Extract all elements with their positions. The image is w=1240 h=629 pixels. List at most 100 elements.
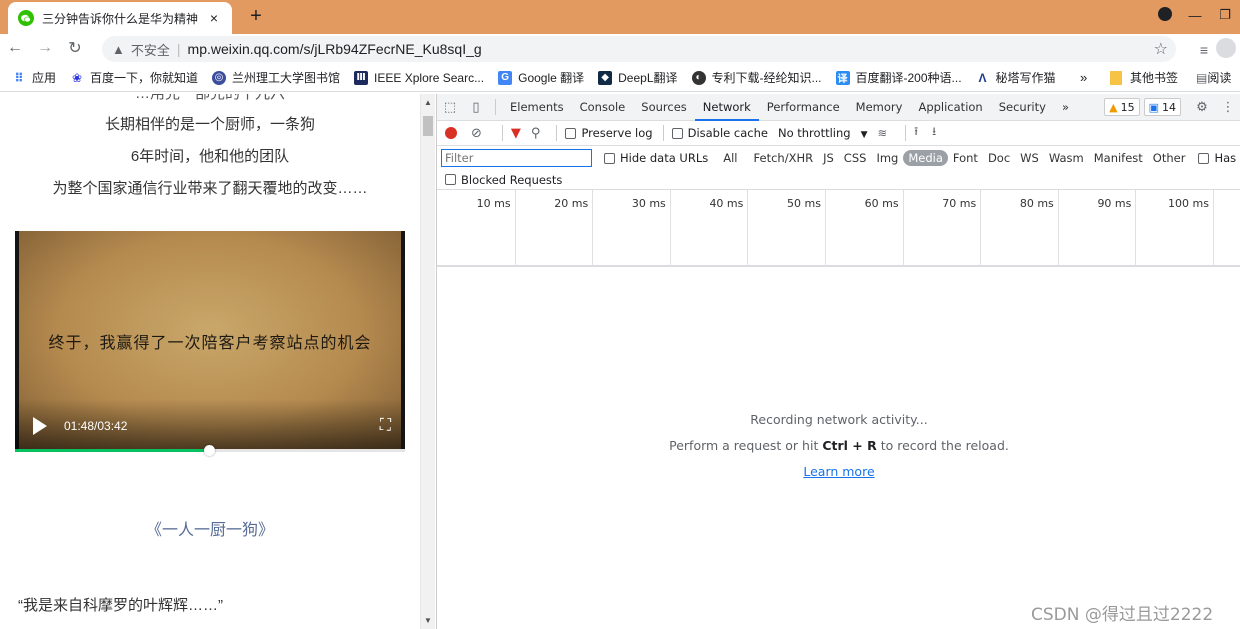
- timeline-tick: 80 ms: [981, 190, 1059, 267]
- tab-memory[interactable]: Memory: [848, 94, 911, 121]
- tab-network[interactable]: Network: [694, 94, 759, 121]
- filter-funnel-icon[interactable]: ▼: [511, 126, 521, 141]
- bookmark-metaso[interactable]: Λ 秘塔写作猫: [976, 69, 1056, 86]
- article-line: 长期相伴的是一个厨师，一条狗: [104, 116, 315, 133]
- filter-type-font[interactable]: Font: [948, 150, 983, 166]
- minimize-button[interactable]: —: [1180, 8, 1210, 23]
- filter-type-wasm[interactable]: Wasm: [1044, 150, 1089, 166]
- forward-button[interactable]: →: [30, 39, 60, 57]
- new-tab-button[interactable]: +: [244, 4, 268, 28]
- bookmarks-overflow-button[interactable]: »: [1080, 70, 1087, 85]
- divider: [556, 125, 558, 141]
- timeline-tick: 10 ms: [438, 190, 516, 267]
- bookmark-ieee[interactable]: Ⅲ IEEE Xplore Searc...: [354, 70, 484, 85]
- warnings-badge[interactable]: ▲ 15: [1104, 98, 1140, 116]
- has-blocked-cookies-checkbox[interactable]: Has blocked cookies: [1198, 151, 1240, 165]
- person-icon: [1216, 38, 1236, 58]
- inspect-element-icon[interactable]: ⬚: [437, 100, 463, 115]
- article-page: …用完一部完的十九六 长期相伴的是一个厨师，一条狗 6年时间，他和他的团队 为整…: [0, 94, 420, 629]
- preserve-log-checkbox[interactable]: Preserve log: [565, 126, 653, 140]
- tab-close-icon[interactable]: ×: [206, 10, 222, 26]
- filter-type-ws[interactable]: WS: [1015, 150, 1044, 166]
- tab-elements[interactable]: Elements: [502, 94, 572, 121]
- checkbox-label: Preserve log: [581, 126, 653, 140]
- devtools-panel: ⬚ ▯ Elements Console Sources Network Per…: [436, 94, 1240, 629]
- hide-data-urls-checkbox[interactable]: Hide data URLs: [604, 151, 708, 165]
- search-icon[interactable]: ⚲: [531, 126, 541, 141]
- disable-cache-checkbox[interactable]: Disable cache: [671, 126, 768, 140]
- filter-type-manifest[interactable]: Manifest: [1089, 150, 1148, 166]
- bookmark-label: 应用: [32, 71, 57, 85]
- more-tabs-button[interactable]: »: [1054, 94, 1077, 121]
- timeline-tick: 70 ms: [904, 190, 982, 267]
- article-section-title: 《一人一厨一狗》: [145, 522, 274, 539]
- bookmark-library[interactable]: ◎ 兰州理工大学图书馆: [212, 69, 340, 86]
- bookmark-apps[interactable]: ⠿ 应用: [12, 69, 56, 86]
- settings-gear-icon[interactable]: ⚙: [1189, 100, 1215, 115]
- device-toolbar-icon[interactable]: ▯: [463, 100, 489, 115]
- tab-console[interactable]: Console: [572, 94, 634, 121]
- filter-type-js[interactable]: JS: [818, 150, 839, 166]
- address-bar[interactable]: ▲ 不安全 | mp.weixin.qq.com/s/jLRb94ZFecrNE…: [102, 36, 1176, 62]
- record-icon[interactable]: [445, 127, 457, 139]
- restore-button[interactable]: ❐: [1210, 7, 1240, 23]
- bookmark-patent[interactable]: ◐ 专利下载-经纶知识...: [691, 69, 822, 86]
- back-button[interactable]: ←: [0, 39, 30, 57]
- profile-menu-button[interactable]: [1150, 6, 1180, 24]
- other-bookmarks-folder[interactable]: 其他书签: [1110, 69, 1178, 86]
- tab-security[interactable]: Security: [991, 94, 1054, 121]
- network-conditions-icon[interactable]: ≋: [878, 126, 888, 140]
- learn-more-link[interactable]: Learn more: [803, 464, 874, 479]
- article-line: 为整个国家通信行业带来了翻天覆地的改变……: [52, 180, 368, 197]
- tab-application[interactable]: Application: [910, 94, 990, 121]
- video-progress-bar[interactable]: [15, 445, 405, 456]
- blocked-requests-checkbox[interactable]: Blocked Requests: [445, 173, 562, 187]
- bookmark-label: 兰州理工大学图书馆: [232, 71, 341, 85]
- filter-type-media[interactable]: Media: [903, 150, 948, 166]
- bookmark-baidu[interactable]: ❀ 百度一下，你就知道: [70, 69, 198, 86]
- filter-type-doc[interactable]: Doc: [983, 150, 1015, 166]
- network-overview-timeline[interactable]: 10 ms 20 ms 30 ms 40 ms 50 ms 60 ms 70 ms 80 ms…: [437, 190, 1240, 267]
- reload-button[interactable]: ↻: [60, 38, 90, 58]
- bookmark-baidu-translate[interactable]: 译 百度翻译-200种语...: [835, 69, 962, 86]
- filter-type-css[interactable]: CSS: [839, 150, 872, 166]
- bookmarks-bar: ⠿ 应用 ❀ 百度一下，你就知道 ◎ 兰州理工大学图书馆 Ⅲ IEEE Xplo…: [0, 64, 1240, 92]
- article-line: 6年时间，他和他的团队: [130, 148, 290, 165]
- checkbox-label: Has blocked cookies: [1214, 151, 1240, 165]
- scrollbar-thumb[interactable]: [423, 116, 433, 136]
- tab-performance[interactable]: Performance: [759, 94, 848, 121]
- filter-input[interactable]: [441, 149, 592, 167]
- scroll-down-arrow-icon[interactable]: ▼: [424, 616, 432, 625]
- messages-badge[interactable]: ▣ 14: [1143, 98, 1181, 116]
- bookmark-deepl[interactable]: ◆ DeepL翻译: [598, 69, 678, 86]
- filter-type-all[interactable]: All: [718, 150, 742, 166]
- kebab-menu-icon[interactable]: ⋮: [1215, 100, 1240, 115]
- import-har-icon[interactable]: ⭱: [914, 124, 918, 143]
- timeline-tick: 30 ms: [593, 190, 671, 267]
- shortcut-text: Ctrl + R: [822, 438, 877, 453]
- throttling-select[interactable]: No throttling ▼: [778, 126, 868, 140]
- baidu-paw-icon: ❀: [71, 70, 83, 85]
- page-scrollbar[interactable]: ▲ ▼: [420, 94, 435, 629]
- filter-type-fetch-xhr[interactable]: Fetch/XHR: [749, 150, 819, 166]
- account-avatar[interactable]: [1216, 38, 1236, 61]
- bookmark-label: DeepL翻译: [618, 71, 678, 85]
- blocked-requests-row: Blocked Requests: [437, 170, 1240, 190]
- timeline-tick-label: 80 ms: [1019, 197, 1054, 210]
- bookmark-google-translate[interactable]: G Google 翻译: [498, 69, 584, 86]
- export-har-icon[interactable]: ⭳: [932, 124, 936, 143]
- media-control-icon[interactable]: ≡: [1200, 42, 1208, 58]
- filter-type-other[interactable]: Other: [1148, 150, 1191, 166]
- video-progress-handle[interactable]: [203, 445, 215, 456]
- bookmark-star-icon[interactable]: ☆: [1154, 39, 1168, 59]
- clear-icon[interactable]: ⊘: [471, 126, 482, 141]
- play-icon[interactable]: [33, 417, 47, 435]
- video-player[interactable]: 终于，我赢得了一次陪客户考察站点的机会 01:48/03:42 ⛶: [15, 231, 405, 451]
- filter-type-img[interactable]: Img: [871, 150, 903, 166]
- fullscreen-icon[interactable]: ⛶: [380, 417, 391, 435]
- warning-triangle-icon: ▲: [112, 41, 125, 57]
- tab-sources[interactable]: Sources: [633, 94, 695, 121]
- scroll-up-arrow-icon[interactable]: ▲: [424, 98, 432, 107]
- browser-tab[interactable]: 三分钟告诉你什么是华为精神 ×: [8, 2, 232, 34]
- reading-list-button[interactable]: ▤ 阅读: [1196, 69, 1231, 86]
